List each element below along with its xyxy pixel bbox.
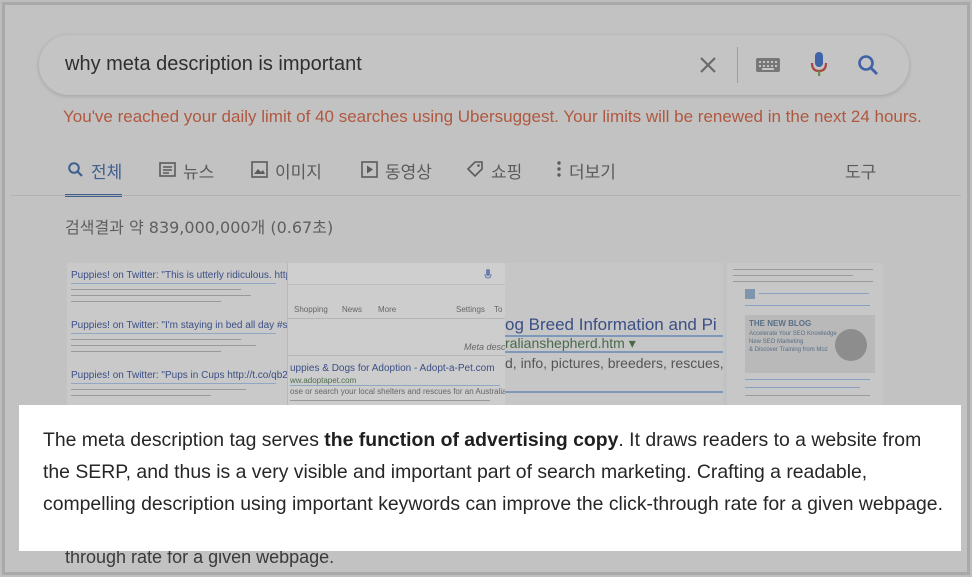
thumbnail-line: Accelerate Your SEO Knowledge [749, 331, 837, 337]
mic-icon [484, 268, 492, 286]
thumbnail-snippet: d, info, pictures, breeders, rescues, ca [505, 355, 723, 371]
image-icon [249, 159, 269, 179]
thumbnail-line: & Discover Training from Moz [749, 347, 828, 353]
search-icon[interactable] [853, 50, 883, 80]
tab-label: 이미지 [275, 163, 322, 183]
news-icon [157, 159, 177, 179]
featured-snippet-callout: The meta description tag serves the func… [19, 405, 961, 551]
image-result-thumbnail[interactable]: og Breed Information and Pi ralianshephe… [505, 263, 723, 408]
tabs-divider [11, 195, 961, 196]
search-bar[interactable]: why meta description is important [39, 35, 909, 95]
tab-videos[interactable]: 동영상 [359, 158, 432, 198]
search-limit-message: You've reached your daily limit of 40 se… [63, 107, 922, 126]
callout-text-bold: the function of advertising copy [324, 429, 619, 451]
tab-more[interactable]: 더보기 [555, 158, 616, 198]
tab-label: 도구 [845, 163, 877, 183]
thumbnail-line: Puppies! on Twitter: "Pups in Cups http:… [71, 370, 289, 381]
tab-all[interactable]: 전체 [65, 158, 123, 198]
thumbnail-line: Puppies! on Twitter: "I'm staying in bed… [71, 320, 289, 331]
thumbnail-tab: News [342, 305, 363, 314]
tab-news[interactable]: 뉴스 [157, 158, 214, 198]
tab-label: 더보기 [569, 163, 616, 183]
image-result-thumbnail[interactable]: THE NEW BLOG Accelerate Your SEO Knowled… [727, 263, 883, 408]
avatar [835, 329, 867, 361]
more-icon [555, 159, 563, 179]
tab-label: 쇼핑 [491, 163, 523, 183]
thumbnail-title: og Breed Information and Pi [505, 315, 717, 334]
close-icon[interactable] [693, 50, 723, 80]
thumbnail-tab: To [494, 305, 503, 314]
image-result-thumbnail[interactable]: Shopping News More Settings To Meta desc… [287, 263, 505, 408]
thumbnail-tab: Shopping [294, 305, 328, 314]
tab-label: 뉴스 [183, 163, 215, 183]
thumbnail-url: ralianshepherd.htm ▾ [505, 335, 636, 351]
results-count: 검색결과 약 839,000,000개 (0.67초) [65, 218, 334, 237]
image-result-thumbnail[interactable]: Puppies! on Twitter: "This is utterly ri… [67, 263, 289, 408]
thumbnail-line: New SEO Marketing [749, 339, 804, 345]
thumbnail-link: uppies & Dogs for Adoption - Adopt-a-Pet… [290, 363, 495, 374]
search-input[interactable]: why meta description is important [65, 53, 362, 76]
tab-label: 전체 [91, 163, 123, 183]
thumbnail-line: Puppies! on Twitter: "This is utterly ri… [71, 270, 289, 281]
tab-label: 동영상 [385, 163, 432, 183]
thumbnail-url: ww.adoptapet.com [290, 376, 357, 385]
keyboard-icon[interactable] [753, 50, 783, 80]
video-icon [359, 159, 379, 179]
mic-icon[interactable] [804, 50, 834, 80]
thumbnail-heading: THE NEW BLOG [749, 319, 812, 328]
thumbnail-snippet: ose or search your local shelters and re… [290, 387, 505, 396]
screenshot-frame: why meta description is important You've… [2, 2, 970, 575]
tab-tools[interactable]: 도구 [845, 158, 876, 198]
tag-icon [465, 159, 485, 179]
callout-text-pre: The meta description tag serves [43, 429, 325, 451]
search-tabs: 전체 뉴스 이미지 동영상 쇼핑 더보기 도구 [65, 158, 885, 198]
search-icon [65, 159, 85, 179]
thumbnail-placeholder: Meta desc [464, 342, 505, 352]
thumbnail-tab: More [378, 305, 397, 314]
tab-images[interactable]: 이미지 [249, 158, 322, 198]
thumbnail-tab: Settings [456, 305, 485, 314]
tab-shopping[interactable]: 쇼핑 [465, 158, 522, 198]
callout-text: The meta description tag serves the func… [43, 424, 943, 520]
search-divider [737, 47, 738, 83]
